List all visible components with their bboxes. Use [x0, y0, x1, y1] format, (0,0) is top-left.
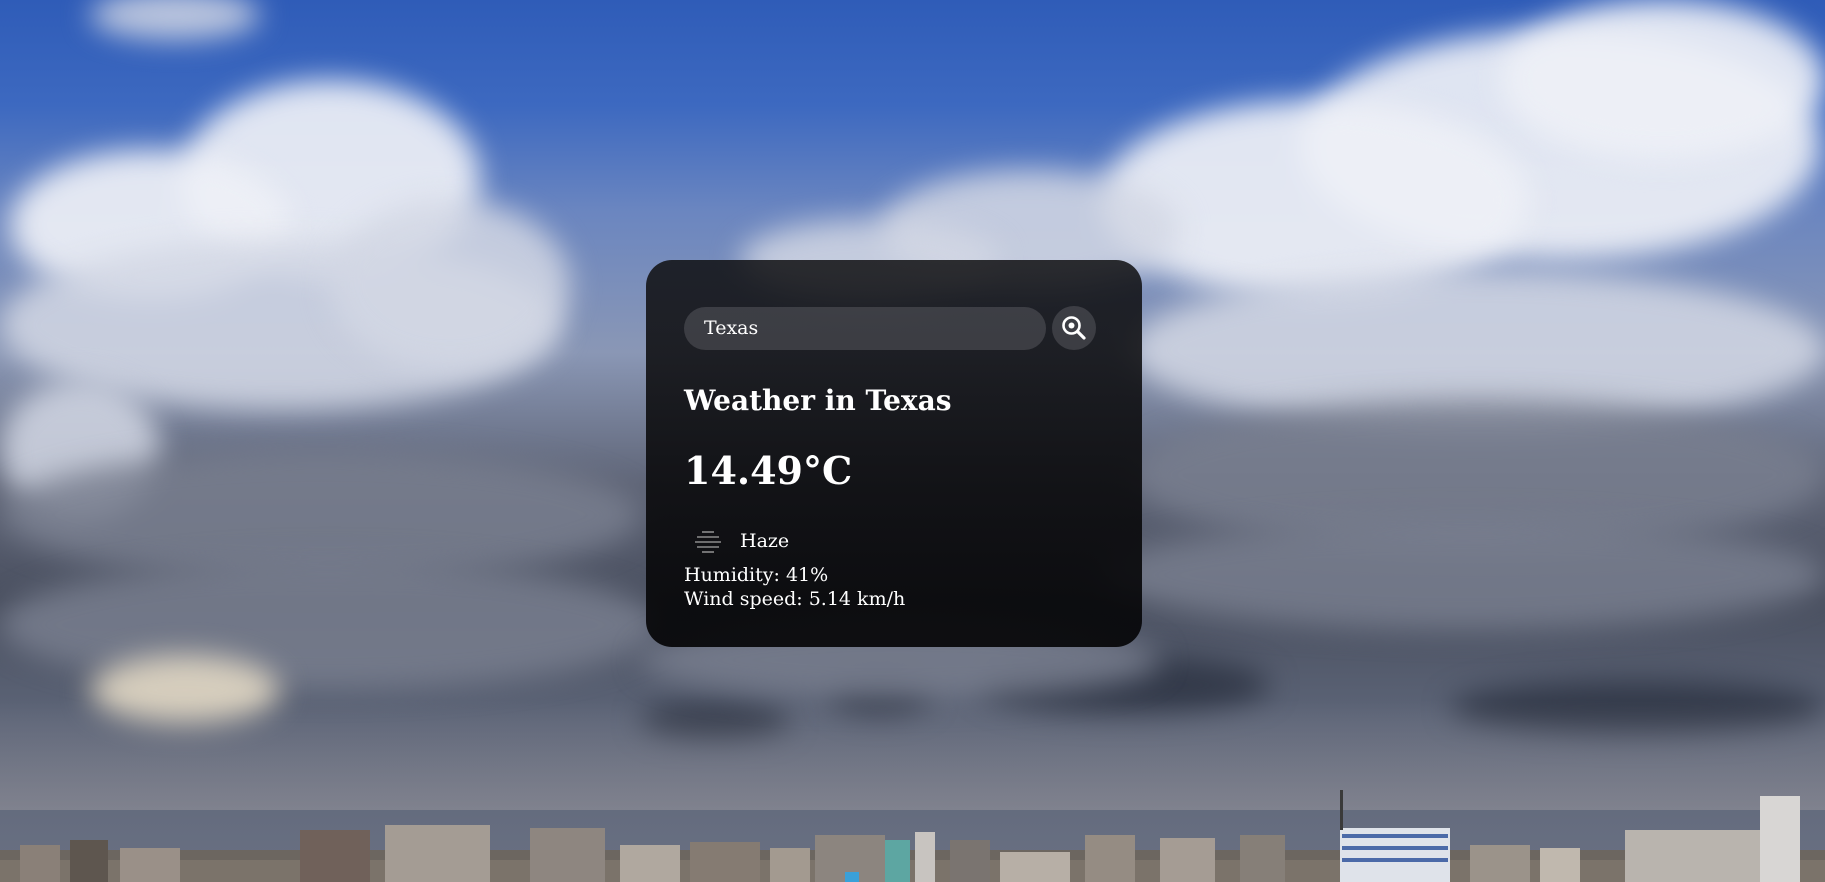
- wind-speed-value: Wind speed: 5.14 km/h: [684, 588, 906, 610]
- weather-location-title: Weather in Texas: [684, 384, 952, 417]
- weather-description: Haze: [740, 530, 790, 552]
- haze-icon: [684, 524, 732, 558]
- temperature-value: 14.49°C: [684, 448, 853, 493]
- city-skyline-illustration: [0, 790, 1825, 882]
- search-button[interactable]: [1052, 306, 1096, 350]
- magnifier-search-icon: [1062, 316, 1086, 340]
- humidity-value: Humidity: 41%: [684, 564, 829, 586]
- weather-card: Weather in Texas 14.49°C Haze Humidity: …: [646, 260, 1142, 647]
- city-search-input[interactable]: [684, 306, 1046, 350]
- weather-description-row: Haze: [684, 524, 1104, 558]
- search-bar: [684, 306, 1104, 350]
